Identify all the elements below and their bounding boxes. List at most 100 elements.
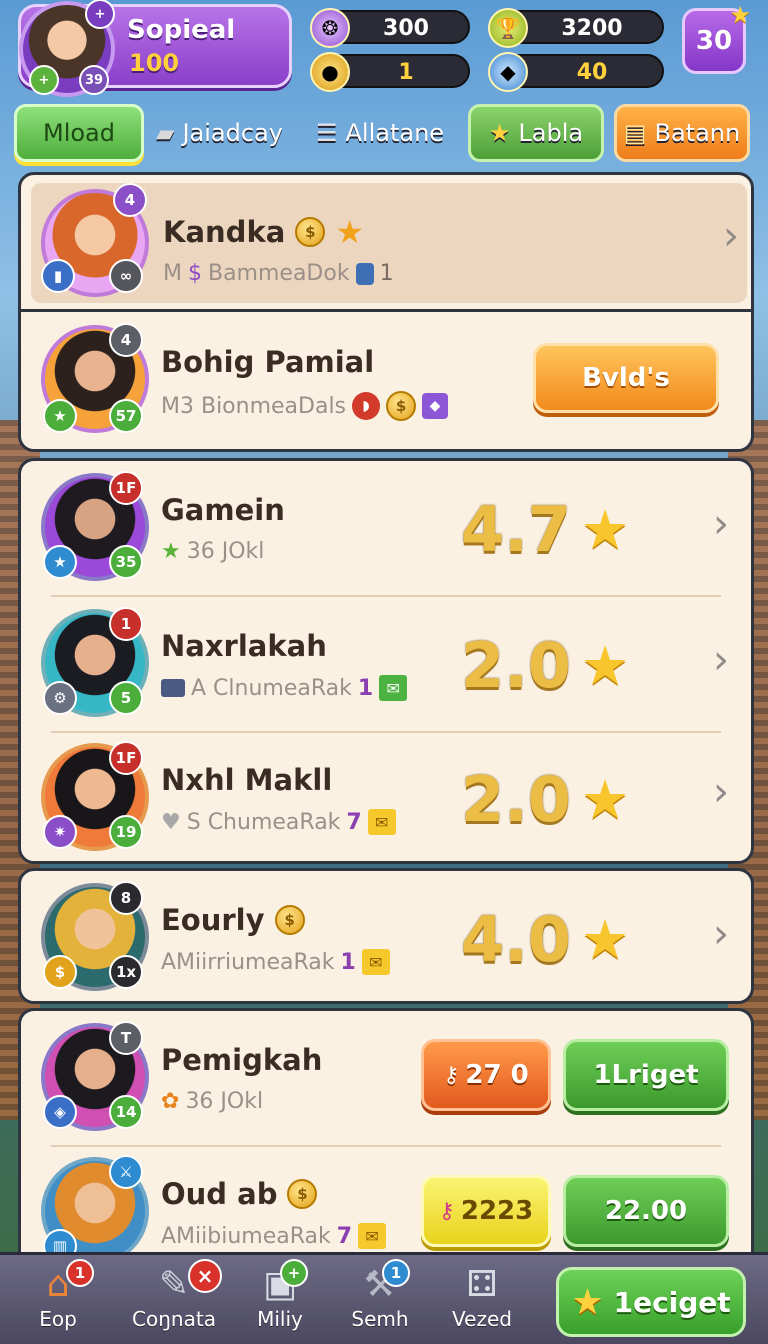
purple-coin-icon: ❂: [310, 8, 350, 48]
notification-badge: 1: [382, 1259, 410, 1287]
resource-gold-coins[interactable]: ● 1: [310, 52, 470, 92]
subtitle-text: BammeaDok: [207, 261, 350, 286]
level-badge: T: [109, 1021, 143, 1055]
rank-badge-label: 14: [115, 1103, 137, 1121]
get-button[interactable]: 1Lriget: [563, 1039, 729, 1111]
rating-value: 4.7: [461, 493, 571, 566]
single-row-panel: 8 $ 1x Eourly $ AMiirriumeaRak 1 ✉ 4.0 ★…: [18, 868, 754, 1004]
resource-gems[interactable]: ◆ 40: [488, 52, 664, 92]
star-badge-icon: ★: [43, 399, 77, 433]
close-icon[interactable]: ×: [188, 1259, 222, 1293]
nav-label: Vezed: [452, 1307, 512, 1331]
gem-icon: $: [187, 261, 202, 286]
energy-value: 30: [695, 26, 733, 56]
featured-panel: 4 ▮ ∞ Kandka $ ★ M $ BammeaDok 1 › 4 ★ 5…: [18, 172, 754, 452]
rating: 4.7 ★: [461, 493, 629, 566]
rank-badge: 5: [109, 681, 143, 715]
list-item[interactable]: 1F ★ 35 Gamein ★ 36 JOkl 4.7 ★ ›: [21, 461, 751, 595]
shop-panel: T ◈ 14 Pemigkah ✿ 36 JOkl ⚷ 27 0 1Lriget…: [18, 1008, 754, 1268]
list-item[interactable]: 8 $ 1x Eourly $ AMiirriumeaRak 1 ✉ 4.0 ★…: [21, 871, 751, 1003]
gold-trophy-icon: 🏆: [488, 8, 528, 48]
subtitle-text: AMiirriumeaRak: [161, 949, 335, 975]
character-name: Bohig Pamial: [161, 345, 375, 379]
rank-badge-label: 19: [115, 823, 137, 841]
rating: 4.0 ★: [461, 903, 629, 976]
rank-badge-label: 57: [115, 407, 137, 425]
resource-purple-coins[interactable]: ❂ 300: [310, 8, 470, 48]
close-icon-label: ×: [196, 1264, 214, 1288]
level-badge: 1: [109, 607, 143, 641]
gem-icon: ◆: [422, 393, 449, 419]
divider: [21, 309, 751, 312]
blue-gem-icon: ◆: [488, 52, 528, 92]
sword-badge-icon: ⚔: [109, 1155, 143, 1189]
nav-home[interactable]: ⌂ Eop 1: [8, 1259, 108, 1343]
resource-trophies[interactable]: 🏆 3200: [488, 8, 664, 48]
chevron-right-icon[interactable]: ›: [713, 501, 729, 547]
nav-miliy[interactable]: ▣ Miliy +: [230, 1259, 330, 1343]
nav-connata[interactable]: ✎ Coŋnata ×: [124, 1259, 224, 1343]
list-item[interactable]: 4 ▮ ∞ Kandka $ ★ M $ BammeaDok 1 ›: [31, 183, 747, 303]
get-button[interactable]: 22.00: [563, 1175, 729, 1247]
tab-jaiadcay[interactable]: ▰ Jaiadcay: [156, 104, 306, 162]
shield-icon: ◗: [352, 392, 381, 420]
subtitle-count: 1: [379, 261, 394, 286]
list-item[interactable]: 1 ⚙ 5 Naxrlakah A ClnumeaRak 1 ✉ 2.0 ★ ›: [21, 597, 751, 731]
level-badge-label: 1F: [115, 749, 137, 767]
player-boost-badge-label: +: [38, 72, 50, 88]
star-badge-icon: ★: [43, 545, 77, 579]
notification-badge-label: 1: [390, 1264, 402, 1282]
chevron-right-icon[interactable]: ›: [713, 637, 729, 683]
key-icon: ⚷: [438, 1198, 455, 1224]
character-subtitle: ★ 36 JOkl: [161, 539, 264, 564]
bottom-nav: ⌂ Eop 1 ✎ Coŋnata × ▣ Miliy + ⚒ Semh 1 ⚃…: [0, 1252, 768, 1344]
list-item[interactable]: 4 ★ 57 Bohig Pamial M3 BionmeaDals ◗ $ ◆…: [21, 315, 751, 449]
nav-vezed[interactable]: ⚃ Vezed: [432, 1263, 532, 1343]
tab-batann[interactable]: ▤ Batann: [614, 104, 750, 162]
chevron-right-icon[interactable]: ›: [713, 911, 729, 957]
tab-mload[interactable]: Mload: [14, 104, 144, 162]
tab-label: Jaiadcay: [182, 119, 283, 147]
character-name: Kandka $ ★: [163, 213, 364, 251]
price-button[interactable]: ⚷ 2223: [421, 1175, 551, 1247]
level-badge-label: T: [120, 1029, 132, 1047]
list-item[interactable]: 1F ✷ 19 Nxhl Makll ♥ S ChumeaRak 7 ✉ 2.0…: [21, 733, 751, 863]
gear-badge-icon: ⚙: [43, 681, 77, 715]
energy-counter[interactable]: 30 ★: [682, 1, 751, 74]
notification-badge-label: 1: [74, 1264, 86, 1282]
resource-value: 1: [398, 60, 414, 85]
tab-labla[interactable]: ★ Labla: [468, 104, 604, 162]
price-button[interactable]: ⚷ 27 0: [421, 1039, 551, 1111]
tab-label: Allatane: [345, 119, 445, 147]
tab-label: Batann: [654, 119, 741, 147]
nav-semh[interactable]: ⚒ Semh 1: [330, 1259, 430, 1343]
mail-icon: ✉: [379, 675, 408, 701]
character-name-text: Eourly: [161, 903, 265, 937]
player-profile-card[interactable]: + 39 + Sopieal 100: [18, 0, 292, 97]
reciget-button[interactable]: ★ 1eciget: [556, 1267, 746, 1337]
level-badge: 1F: [109, 741, 143, 775]
chevron-right-icon[interactable]: ›: [723, 213, 739, 259]
coin-icon: $: [274, 905, 305, 935]
tab-allatane[interactable]: ☰ Allatane: [316, 104, 466, 162]
coin-icon: $: [386, 391, 417, 421]
star-icon: ★: [580, 908, 630, 971]
level-badge-label: 4: [124, 191, 136, 209]
rank-badge: 35: [109, 545, 143, 579]
potion-icon: [355, 262, 374, 285]
list-item[interactable]: ⚔ ▥ Oud ab $ AMiibiumeaRak 7 ✉ ⚷ 2223 22…: [21, 1147, 751, 1267]
star-icon: ★: [161, 539, 181, 564]
level-badge: 4: [109, 323, 143, 357]
spark-badge-icon: ✷: [43, 815, 77, 849]
subtitle-text: M3 BionmeaDals: [161, 393, 347, 419]
chevron-right-icon[interactable]: ›: [713, 769, 729, 815]
mail-icon: ✉: [361, 949, 390, 975]
subtitle-count: 1: [357, 675, 374, 701]
list-item[interactable]: T ◈ 14 Pemigkah ✿ 36 JOkl ⚷ 27 0 1Lriget: [21, 1011, 751, 1145]
character-name: Pemigkah: [161, 1043, 323, 1077]
star-icon: ★: [335, 213, 364, 251]
rank-badge: ∞: [109, 259, 143, 293]
rank-badge-label: 5: [120, 689, 132, 707]
character-subtitle: M $ BammeaDok 1: [163, 261, 394, 286]
build-button[interactable]: Bvld's: [533, 343, 719, 413]
